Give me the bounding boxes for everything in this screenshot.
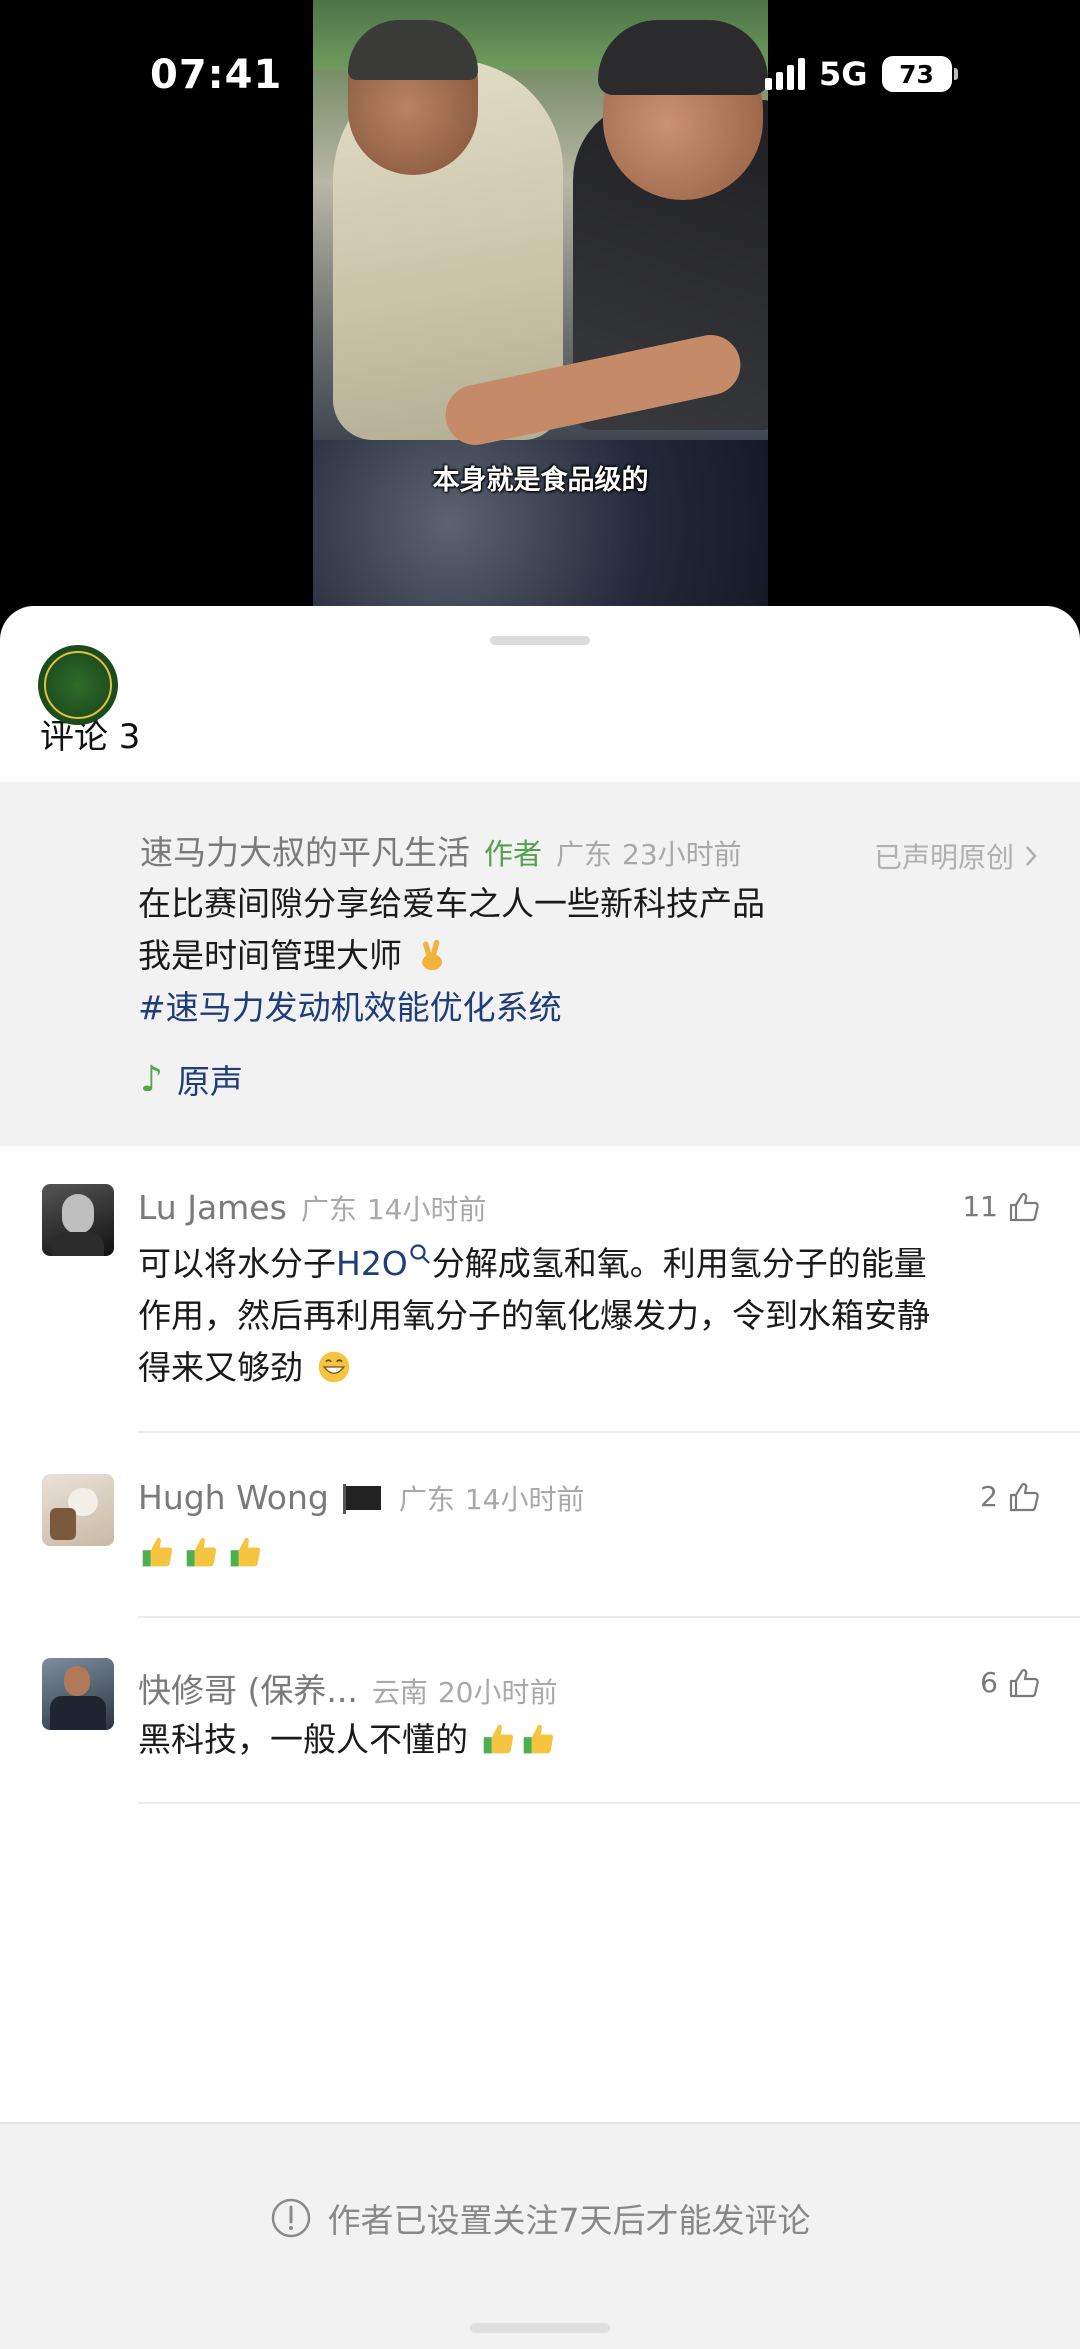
music-note-icon: ♪ <box>140 1058 163 1100</box>
like-count: 6 <box>980 1666 998 1699</box>
comment-text-content: 黑科技，一般人不懂的 <box>138 1720 468 1759</box>
avatar-logo-ring <box>44 651 112 719</box>
comment-location: 云南 <box>371 1676 428 1709</box>
comment-text-part2: 分解成氢和氧。利用氢分子的能量 <box>431 1244 927 1283</box>
search-link-h2o[interactable]: H2O <box>336 1244 408 1283</box>
thumb-up-icon <box>1009 1668 1039 1697</box>
comment-restriction-text: 作者已设置关注7天后才能发评论 <box>327 2201 811 2240</box>
author-avatar[interactable] <box>38 645 118 725</box>
like-button[interactable]: 11 <box>962 1190 1040 1223</box>
commenter-avatar[interactable] <box>42 1474 114 1546</box>
post-text-line1: 在比赛间隙分享给爱车之人一些新科技产品 <box>138 884 765 923</box>
avatar-face <box>64 1666 90 1696</box>
comment-meta: Lu James 广东 14小时前 <box>138 1188 486 1228</box>
post-text-line2-content: 我是时间管理大师 <box>138 936 402 975</box>
comment-restriction-notice: 作者已设置关注7天后才能发评论 <box>0 2194 1080 2242</box>
status-indicators: 5G 73 <box>765 54 958 94</box>
avatar-cup <box>50 1508 76 1540</box>
comment-divider <box>138 1431 1080 1433</box>
post-time: 23小时前 <box>622 838 742 871</box>
thumb-up-icon <box>1009 1192 1039 1221</box>
post-hashtag[interactable]: #速马力发动机效能优化系统 <box>138 982 562 1034</box>
comment-text-line1: 黑科技，一般人不懂的 <box>138 1714 559 1766</box>
victory-hand-emoji-icon <box>421 939 442 971</box>
comment-time: 14小时前 <box>464 1483 585 1516</box>
author-badge: 作者 <box>484 837 543 871</box>
video-area[interactable]: 本身就是食品级的 07:41 5G 73 <box>0 0 1080 640</box>
original-sound-link[interactable]: ♪ 原声 <box>140 1055 243 1103</box>
comment-time: 14小时前 <box>366 1193 487 1226</box>
comment-time: 20小时前 <box>437 1676 558 1709</box>
commenter-name[interactable]: 快修哥 (保养... <box>138 1664 358 1712</box>
comment-divider <box>138 1802 1080 1804</box>
video-subtitle: 本身就是食品级的 <box>432 465 649 496</box>
avatar-face <box>62 1194 94 1234</box>
thumbs-up-emoji-icon <box>142 1537 173 1567</box>
comment-divider <box>138 1616 1080 1618</box>
video-frame[interactable]: 本身就是食品级的 <box>313 0 768 606</box>
grinning-face-emoji-icon <box>318 1351 349 1383</box>
post-text-line2: 我是时间管理大师 <box>138 930 453 982</box>
comment-location: 广东 <box>398 1483 455 1516</box>
home-indicator[interactable] <box>470 2323 610 2333</box>
status-time: 07:41 <box>150 52 283 98</box>
battery-level: 73 <box>899 59 934 89</box>
commenter-avatar[interactable] <box>42 1658 114 1730</box>
like-count: 11 <box>962 1190 998 1223</box>
thumbs-up-emoji-icon <box>186 1537 217 1567</box>
thumb-up-icon <box>1009 1482 1039 1511</box>
author-meta: 速马力大叔的平凡生活 作者 广东 23小时前 <box>140 826 742 874</box>
comment-input-bar: 作者已设置关注7天后才能发评论 <box>0 2122 1080 2349</box>
comment-emoji-row <box>138 1534 266 1570</box>
avatar-shoulders <box>52 1232 104 1256</box>
video-person-right-hair <box>598 20 768 95</box>
search-icon[interactable] <box>408 1243 432 1269</box>
comment-text-line2: 作用，然后再利用氧分子的氧化爆发力，令到水箱安静 <box>138 1296 930 1335</box>
thumbs-up-emoji-icon <box>523 1724 553 1754</box>
original-declaration-link[interactable]: 已声明原创 <box>874 836 1038 876</box>
comment-meta: Hugh Wong 广东 14小时前 <box>138 1478 585 1518</box>
like-button[interactable]: 2 <box>980 1480 1040 1513</box>
like-button[interactable]: 6 <box>980 1666 1040 1699</box>
original-declaration-label: 已声明原创 <box>873 841 1014 874</box>
info-circle-icon <box>271 2198 310 2238</box>
commenter-avatar[interactable] <box>42 1184 114 1256</box>
thumbs-up-emoji-icon <box>230 1537 261 1567</box>
comment-text-line1: 可以将水分子H2O 分解成氢和氧。利用氢分子的能量 <box>138 1238 927 1290</box>
battery-icon: 73 <box>881 56 958 92</box>
sheet-drag-handle[interactable] <box>490 636 590 645</box>
author-name[interactable]: 速马力大叔的平凡生活 <box>140 826 470 874</box>
chevron-right-icon <box>1026 846 1037 866</box>
original-sound-label: 原声 <box>176 1062 243 1101</box>
commenter-name[interactable]: Lu James <box>138 1188 287 1227</box>
thumbs-up-emoji-icon <box>483 1724 513 1754</box>
network-type: 5G <box>819 55 868 93</box>
comment-location: 广东 <box>300 1193 357 1226</box>
comment-meta: 快修哥 (保养... 云南 20小时前 <box>138 1664 558 1712</box>
comment-text-line3-content: 得来又够劲 <box>138 1348 303 1387</box>
like-count: 2 <box>980 1480 998 1513</box>
commenter-name[interactable]: Hugh Wong <box>138 1478 329 1517</box>
avatar-body <box>50 1696 106 1730</box>
comment-text-line3: 得来又够劲 <box>138 1342 354 1394</box>
signal-icon <box>765 58 805 90</box>
post-location: 广东 <box>556 838 613 871</box>
comment-text-part1: 可以将水分子 <box>138 1244 336 1283</box>
black-flag-icon <box>342 1484 381 1514</box>
